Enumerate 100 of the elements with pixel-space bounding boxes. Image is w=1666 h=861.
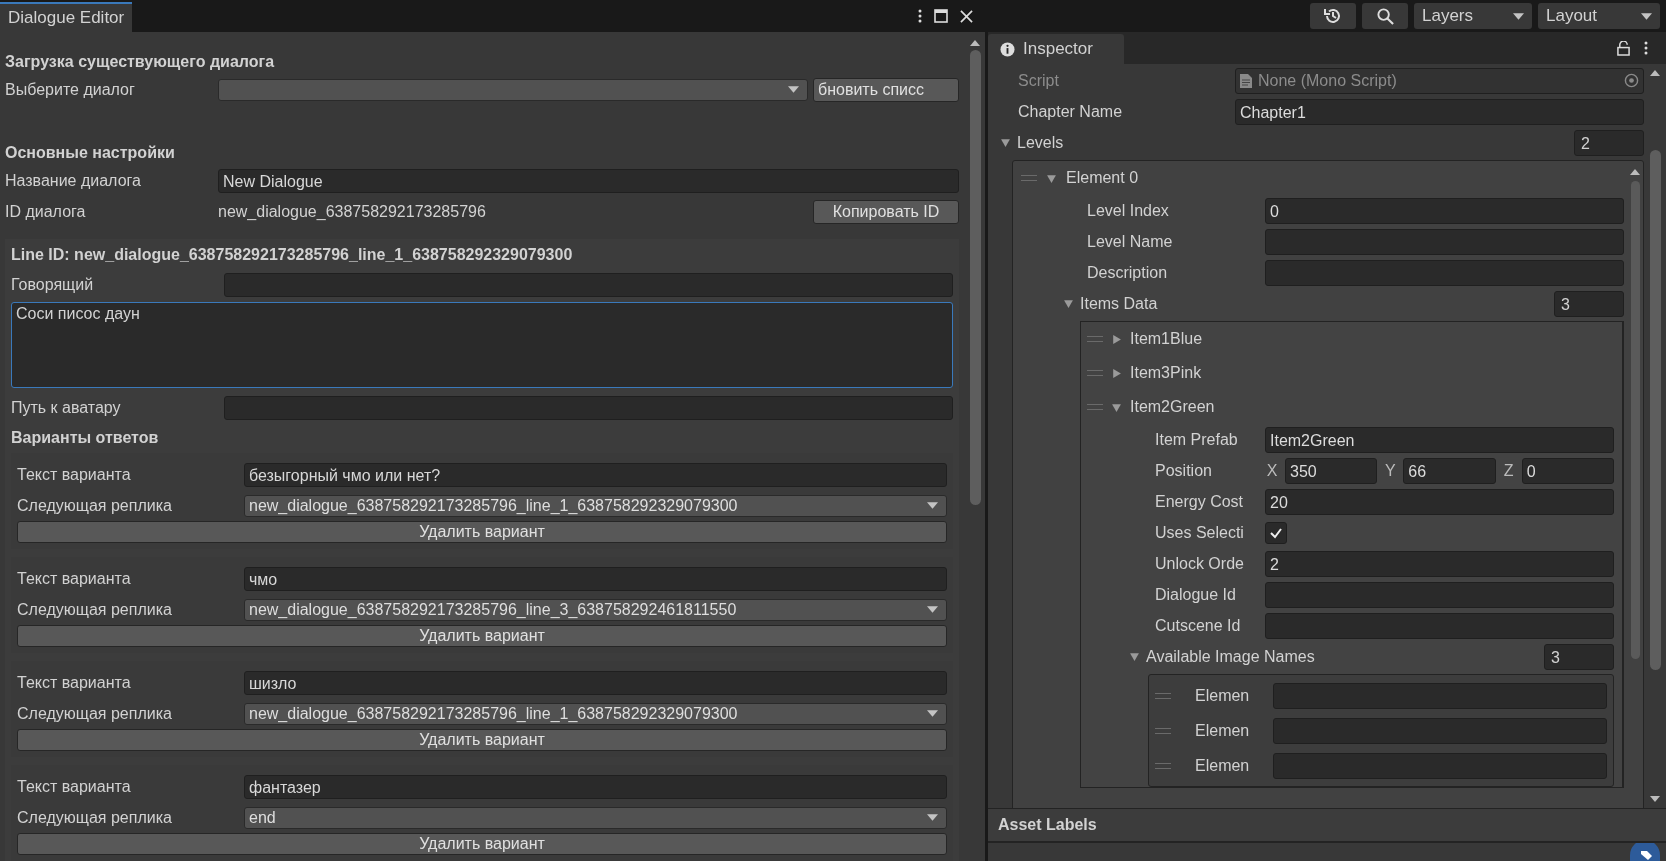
- property-label: Levels: [1016, 133, 1065, 152]
- scroll-up-icon[interactable]: [1630, 169, 1640, 175]
- property-field[interactable]: [1265, 259, 1624, 286]
- field-label: Название диалога: [5, 171, 142, 190]
- scroll-up-icon[interactable]: [970, 40, 980, 46]
- axis-label: Z: [1502, 461, 1515, 480]
- refresh-list-button[interactable]: бновить списс: [813, 77, 959, 102]
- item-label[interactable]: Item3Pink: [1130, 364, 1202, 382]
- property-label: Available Image Names: [1145, 647, 1316, 666]
- delete-variant-button[interactable]: Удалить вариант: [17, 625, 947, 647]
- delete-variant-button[interactable]: Удалить вариант: [17, 729, 947, 751]
- variant-text-field[interactable]: чмо: [244, 566, 947, 591]
- property-label: Dialogue Id: [1155, 585, 1237, 604]
- chapter-name-field[interactable]: Chapter1: [1235, 98, 1644, 125]
- dropdown-arrow-icon: [927, 710, 938, 717]
- property-field[interactable]: [1265, 228, 1624, 255]
- line-id-title: Line ID: new_dialogue_638758292173285796_line_1_638758292329079300: [11, 245, 574, 265]
- element-label: Elemen: [1194, 756, 1251, 775]
- next-line-dropdown[interactable]: new_dialogue_638758292173285796_line_1_638758292329079300: [244, 494, 947, 517]
- next-line-dropdown[interactable]: new_dialogue_638758292173285796_line_3_638758292461811550: [244, 598, 947, 621]
- editor-tab[interactable]: Dialogue Editor: [0, 2, 133, 32]
- speaker-field[interactable]: [224, 272, 953, 297]
- next-line-dropdown[interactable]: new_dialogue_638758292173285796_line_1_638758292329079300: [244, 702, 947, 725]
- variant-text-field[interactable]: шизло: [244, 670, 947, 695]
- scrollbar-thumb[interactable]: [1649, 150, 1661, 670]
- section-heading: Основные настройки: [5, 143, 176, 163]
- vector-component-field[interactable]: 66: [1403, 457, 1496, 484]
- element-label[interactable]: Element 0: [1066, 169, 1139, 187]
- close-icon[interactable]: [960, 9, 973, 23]
- scrollbar-thumb[interactable]: [969, 50, 981, 505]
- property-field[interactable]: [1273, 682, 1607, 709]
- property-field[interactable]: [1273, 752, 1607, 779]
- name-field[interactable]: New Dialogue: [218, 168, 959, 193]
- foldout-arrow-icon[interactable]: [1111, 367, 1122, 379]
- array-size-field[interactable]: 3: [1554, 290, 1624, 317]
- property-field[interactable]: 20: [1265, 488, 1614, 515]
- layers-dropdown[interactable]: Layers: [1414, 3, 1532, 29]
- foldout-arrow-icon[interactable]: [1111, 401, 1122, 413]
- drag-handle-icon[interactable]: [1155, 762, 1171, 769]
- array-size-field[interactable]: 2: [1574, 129, 1644, 156]
- dropdown-arrow-icon: [1513, 12, 1524, 20]
- field-label: Следующая реплика: [17, 704, 173, 723]
- property-field[interactable]: [1273, 717, 1607, 744]
- foldout-arrow-icon[interactable]: [1129, 651, 1140, 662]
- item-label[interactable]: Item2Green: [1130, 398, 1215, 416]
- property-field[interactable]: 0: [1265, 197, 1624, 224]
- field-label: Путь к аватару: [11, 398, 122, 417]
- axis-label: X: [1265, 461, 1279, 480]
- array-size-field[interactable]: 3: [1544, 643, 1614, 670]
- inspector-tab[interactable]: Inspector: [988, 34, 1124, 64]
- maximize-icon[interactable]: [934, 9, 948, 23]
- vector-component-field[interactable]: 350: [1285, 457, 1378, 484]
- tag-icon[interactable]: [1630, 843, 1660, 861]
- drag-handle-icon[interactable]: [1087, 404, 1103, 410]
- foldout-arrow-icon[interactable]: [1000, 137, 1011, 148]
- line-text-area[interactable]: Соси писос даун: [11, 302, 953, 388]
- property-field[interactable]: 2: [1265, 550, 1614, 577]
- search-icon: [1375, 6, 1395, 26]
- menu-icon[interactable]: [1644, 41, 1648, 55]
- drag-handle-icon[interactable]: [1155, 727, 1171, 734]
- scroll-down-icon[interactable]: [1650, 796, 1660, 802]
- variant-text-field[interactable]: безыгорный чмо или нет?: [244, 462, 947, 487]
- history-button[interactable]: [1310, 3, 1356, 29]
- property-label: Script: [1017, 71, 1060, 90]
- foldout-arrow-icon[interactable]: [1046, 172, 1057, 184]
- property-field[interactable]: [1265, 581, 1614, 608]
- next-line-dropdown[interactable]: end: [244, 806, 947, 829]
- delete-variant-button[interactable]: Удалить вариант: [17, 833, 947, 855]
- dialogue-dropdown[interactable]: [218, 78, 808, 101]
- field-label: Текст варианта: [17, 465, 132, 484]
- layout-dropdown[interactable]: Layout: [1538, 3, 1660, 29]
- scroll-up-icon[interactable]: [1650, 70, 1660, 76]
- object-picker-icon[interactable]: [1624, 73, 1639, 88]
- avatar-path-field[interactable]: [224, 395, 953, 420]
- field-label: Следующая реплика: [17, 496, 173, 515]
- scrollbar-thumb[interactable]: [1630, 181, 1640, 659]
- menu-icon[interactable]: [918, 9, 922, 23]
- property-label: Chapter Name: [1017, 102, 1124, 121]
- lock-icon[interactable]: [1617, 40, 1630, 56]
- search-button[interactable]: [1362, 3, 1408, 29]
- field-label: Следующая реплика: [17, 808, 173, 827]
- property-field[interactable]: [1265, 612, 1614, 639]
- copy-id-button[interactable]: Копировать ID: [813, 199, 959, 224]
- drag-handle-icon[interactable]: [1021, 175, 1037, 181]
- foldout-arrow-icon[interactable]: [1111, 333, 1122, 345]
- drag-handle-icon[interactable]: [1087, 336, 1103, 342]
- property-field[interactable]: Item2Green: [1265, 426, 1614, 453]
- field-label: Текст варианта: [17, 673, 132, 692]
- drag-handle-icon[interactable]: [1087, 370, 1103, 376]
- item-label[interactable]: Item1Blue: [1130, 330, 1203, 348]
- dropdown-arrow-icon: [1641, 12, 1652, 20]
- delete-variant-button[interactable]: Удалить вариант: [17, 521, 947, 543]
- field-label: Следующая реплика: [17, 600, 173, 619]
- property-label: Description: [1087, 263, 1169, 282]
- vector-component-field[interactable]: 0: [1521, 457, 1614, 484]
- drag-handle-icon[interactable]: [1155, 692, 1171, 699]
- foldout-arrow-icon[interactable]: [1063, 298, 1074, 309]
- variant-text-field[interactable]: фантазер: [244, 774, 947, 799]
- element-label: Elemen: [1194, 686, 1251, 705]
- checkbox[interactable]: [1265, 521, 1287, 544]
